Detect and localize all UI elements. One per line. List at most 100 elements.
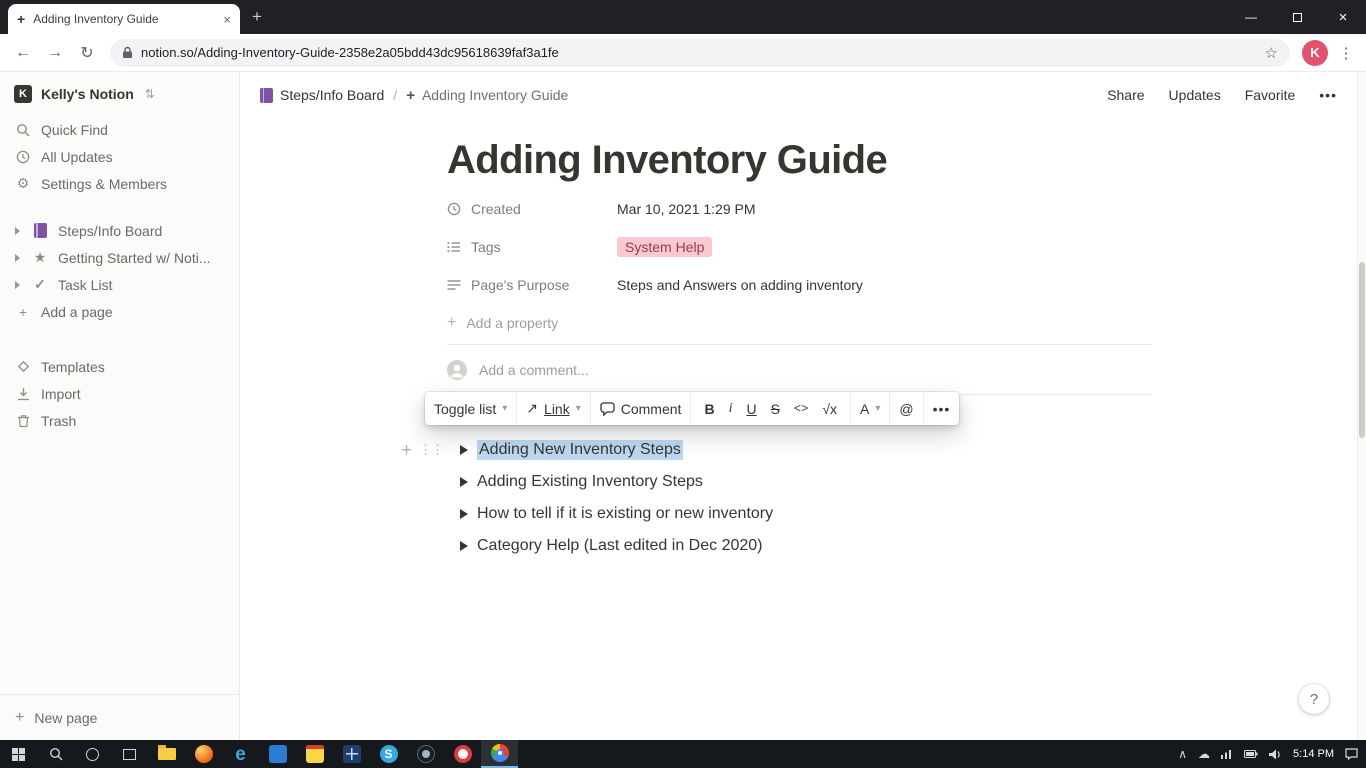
toggle-arrow-icon[interactable]	[460, 509, 468, 519]
link-button[interactable]: ↗ Link ▾	[517, 392, 591, 425]
task-view-button[interactable]	[111, 740, 148, 768]
forward-button[interactable]: →	[40, 38, 70, 68]
underline-button[interactable]: U	[742, 401, 760, 417]
add-block-icon[interactable]: +	[401, 441, 412, 460]
sidebar-item-label: Task List	[58, 276, 113, 293]
sidebar-item-import[interactable]: Import	[0, 380, 239, 407]
taskbar-notes[interactable]	[296, 740, 333, 768]
property-row-created[interactable]: Created Mar 10, 2021 1:29 PM	[447, 190, 1152, 228]
window-close-button[interactable]: ×	[1320, 0, 1366, 34]
taskbar-app-blue[interactable]	[259, 740, 296, 768]
taskbar-browser-ring[interactable]	[444, 740, 481, 768]
scrollbar-thumb[interactable]	[1359, 262, 1365, 438]
reload-button[interactable]: ↻	[72, 38, 102, 68]
workspace-switcher[interactable]: K Kelly's Notion ⇅	[0, 72, 239, 116]
expand-toggle-icon[interactable]	[15, 253, 20, 262]
clock[interactable]: 5:14 PM	[1293, 748, 1334, 760]
taskbar-skype[interactable]: S	[370, 740, 407, 768]
start-button[interactable]	[0, 740, 37, 768]
taskbar-search-button[interactable]	[37, 740, 74, 768]
toggle-block-2[interactable]: Adding Existing Inventory Steps	[447, 466, 1152, 498]
new-page-button[interactable]: + New page	[0, 694, 239, 740]
tab-close-icon[interactable]: ×	[223, 12, 231, 27]
page-title[interactable]: Adding Inventory Guide	[447, 136, 1152, 184]
sidebar-item-steps-info-board[interactable]: Steps/Info Board	[0, 217, 239, 244]
toggle-arrow-icon[interactable]	[460, 445, 468, 455]
window-maximize-button[interactable]	[1274, 0, 1320, 34]
breadcrumb-current[interactable]: + Adding Inventory Guide	[406, 87, 568, 104]
favorite-button[interactable]: Favorite	[1245, 87, 1296, 103]
network-icon[interactable]	[1221, 749, 1233, 759]
taskbar-spreadsheet[interactable]	[333, 740, 370, 768]
strikethrough-button[interactable]: S	[767, 401, 784, 417]
page-plus-icon: +	[406, 86, 415, 104]
page-scrollbar[interactable]	[1357, 72, 1366, 740]
sidebar-item-quick-find[interactable]: Quick Find	[0, 116, 239, 143]
tag-badge[interactable]: System Help	[617, 237, 713, 257]
battery-icon[interactable]	[1244, 750, 1258, 758]
browser-menu-icon[interactable]: ⋮	[1334, 44, 1358, 62]
bold-button[interactable]: B	[700, 401, 718, 417]
volume-icon[interactable]	[1269, 749, 1282, 760]
add-property-button[interactable]: + Add a property	[447, 304, 1152, 342]
cortana-button[interactable]	[74, 740, 111, 768]
equation-button[interactable]: √x	[818, 401, 841, 417]
new-tab-button[interactable]: +	[252, 7, 262, 27]
profile-avatar[interactable]: K	[1302, 39, 1328, 66]
comment-label: Comment	[620, 400, 682, 417]
sidebar-item-label: Quick Find	[41, 121, 108, 138]
block-type-label: Toggle list	[434, 400, 497, 417]
sidebar-item-trash[interactable]: Trash	[0, 407, 239, 434]
url-bar[interactable]: notion.so/Adding-Inventory-Guide-2358e2a…	[110, 38, 1290, 67]
property-row-tags[interactable]: Tags System Help	[447, 228, 1152, 266]
toggle-label[interactable]: Adding New Inventory Steps	[477, 440, 683, 460]
text-color-dropdown[interactable]: A ▾	[851, 392, 891, 425]
taskbar-camera[interactable]	[407, 740, 444, 768]
block-type-dropdown[interactable]: Toggle list ▾	[425, 392, 518, 425]
updates-button[interactable]: Updates	[1169, 87, 1221, 103]
property-value[interactable]: Mar 10, 2021 1:29 PM	[617, 201, 756, 217]
breadcrumb-parent[interactable]: Steps/Info Board	[260, 87, 384, 103]
share-button[interactable]: Share	[1107, 87, 1144, 103]
bookmark-star-icon[interactable]: ☆	[1265, 44, 1278, 62]
expand-toggle-icon[interactable]	[15, 226, 20, 235]
onedrive-cloud-icon[interactable]: ☁	[1198, 748, 1210, 760]
mention-button[interactable]: @	[890, 392, 924, 425]
add-a-page-button[interactable]: + Add a page	[0, 298, 239, 325]
property-row-purpose[interactable]: Page's Purpose Steps and Answers on addi…	[447, 266, 1152, 304]
property-value[interactable]: Steps and Answers on adding inventory	[617, 277, 863, 293]
comment-button[interactable]: Comment	[591, 392, 692, 425]
italic-button[interactable]: i	[725, 401, 737, 417]
toggle-label[interactable]: Category Help (Last edited in Dec 2020)	[477, 537, 763, 555]
toggle-label[interactable]: Adding Existing Inventory Steps	[477, 473, 703, 491]
add-comment-input[interactable]: Add a comment...	[447, 345, 1152, 395]
sidebar-item-all-updates[interactable]: All Updates	[0, 143, 239, 170]
action-center-icon[interactable]	[1345, 748, 1358, 760]
sidebar-item-task-list[interactable]: ✓ Task List	[0, 271, 239, 298]
page-more-button[interactable]: •••	[1319, 87, 1337, 103]
sidebar-item-getting-started[interactable]: ★ Getting Started w/ Noti...	[0, 244, 239, 271]
sidebar-item-settings-members[interactable]: ⚙ Settings & Members	[0, 170, 239, 197]
taskbar-edge[interactable]: e	[222, 740, 259, 768]
back-button[interactable]: ←	[8, 38, 38, 68]
toggle-block-4[interactable]: Category Help (Last edited in Dec 2020)	[447, 530, 1152, 562]
help-button[interactable]: ?	[1299, 684, 1329, 714]
browser-tab[interactable]: + Adding Inventory Guide ×	[8, 4, 240, 34]
hidden-icons-chevron[interactable]: ∧	[1178, 748, 1187, 760]
sidebar-item-label: Import	[41, 385, 81, 402]
expand-toggle-icon[interactable]	[15, 280, 20, 289]
book-icon	[32, 223, 48, 238]
toggle-arrow-icon[interactable]	[460, 541, 468, 551]
toolbar-more-button[interactable]: •••	[924, 392, 960, 425]
taskbar-chrome-active[interactable]	[481, 740, 518, 768]
toggle-label[interactable]: How to tell if it is existing or new inv…	[477, 505, 773, 523]
code-button[interactable]: <>	[790, 402, 812, 416]
drag-handle-icon[interactable]: ⋮⋮	[419, 442, 444, 458]
sidebar-item-templates[interactable]: Templates	[0, 353, 239, 380]
taskbar-file-explorer[interactable]	[148, 740, 185, 768]
toggle-block-1[interactable]: + ⋮⋮ Adding New Inventory Steps	[401, 434, 1152, 466]
toggle-arrow-icon[interactable]	[460, 477, 468, 487]
window-minimize-button[interactable]: —	[1228, 0, 1274, 34]
taskbar-firefox[interactable]	[185, 740, 222, 768]
toggle-block-3[interactable]: How to tell if it is existing or new inv…	[447, 498, 1152, 530]
